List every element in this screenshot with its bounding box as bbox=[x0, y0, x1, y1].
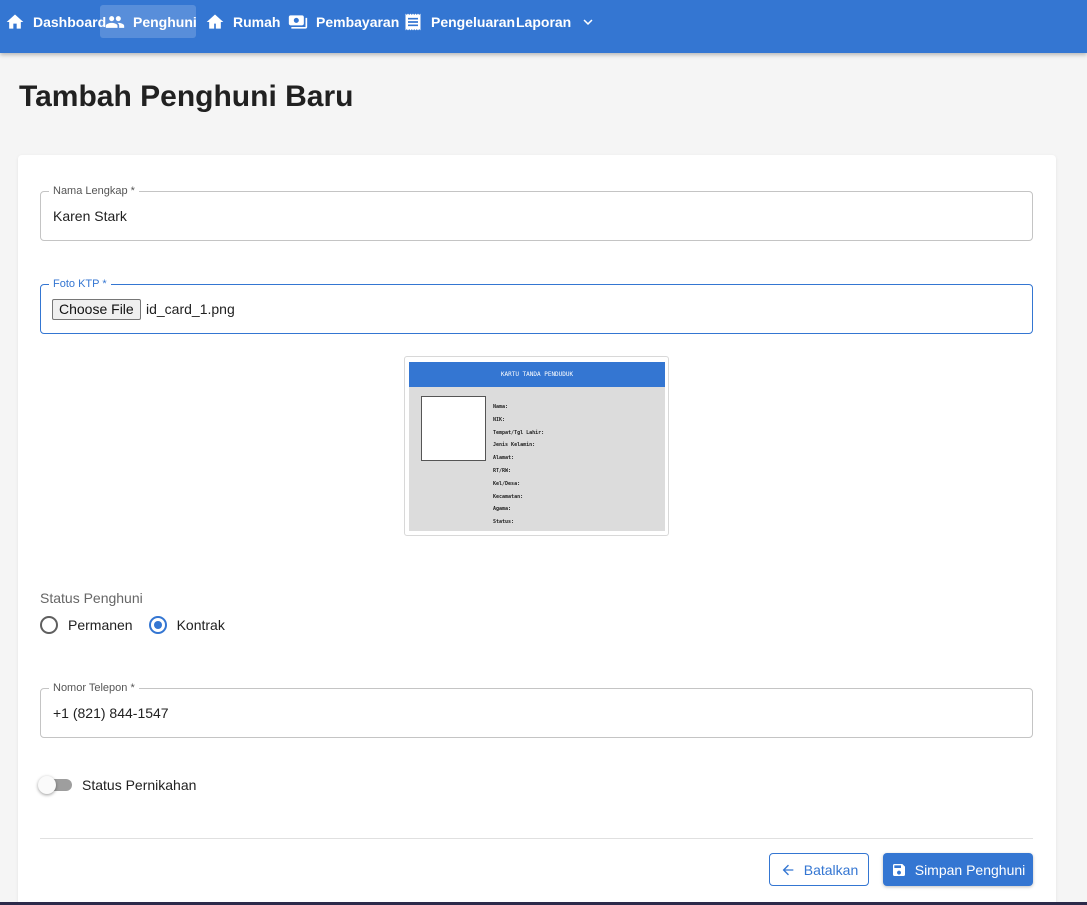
ktp-field-labels: Nama: NIK: Tempat/Tgl Lahir: Jenis Kelam… bbox=[493, 404, 544, 532]
ktp-label: Nama: bbox=[493, 404, 509, 410]
ktp-card-header: KARTU TANDA PENDUDUK bbox=[409, 362, 665, 387]
ktp-file-label: Foto KTP * bbox=[49, 277, 111, 291]
name-field-label: Nama Lengkap * bbox=[49, 184, 139, 198]
ktp-label: Tempat/Tgl Lahir: bbox=[493, 429, 545, 436]
nav-penghuni[interactable]: Penghuni bbox=[100, 5, 197, 38]
cancel-button-label: Batalkan bbox=[803, 861, 859, 878]
radio-permanen[interactable] bbox=[40, 616, 58, 634]
phone-field[interactable]: Nomor Telepon * +1 (821) 844-1547 bbox=[40, 681, 1033, 738]
ktp-label: NIK: bbox=[493, 416, 506, 423]
ktp-label: Alamat: bbox=[493, 455, 515, 462]
ktp-label: RT/RW: bbox=[493, 467, 512, 474]
house-icon bbox=[206, 14, 224, 29]
status-penghuni-label: Status Penghuni bbox=[40, 590, 143, 606]
radio-kontrak[interactable] bbox=[148, 616, 167, 634]
top-navbar: Dashboard Penghuni Rumah Pembayaran Peng… bbox=[0, 0, 1087, 53]
status-radio-group: Permanen Kontrak bbox=[40, 616, 241, 634]
form-divider bbox=[40, 838, 1033, 839]
phone-field-label: Nomor Telepon * bbox=[49, 681, 139, 695]
home-icon bbox=[6, 14, 24, 29]
chevron-down-icon bbox=[583, 18, 593, 25]
ktp-card: KARTU TANDA PENDUDUK Nama: NIK: Tempat/T… bbox=[409, 362, 665, 531]
name-field[interactable]: Nama Lengkap * Karen Stark bbox=[40, 184, 1033, 241]
receipt-icon bbox=[405, 13, 421, 30]
ktp-photo-placeholder bbox=[421, 396, 486, 461]
save-button[interactable]: Simpan Penghuni bbox=[883, 853, 1033, 886]
nav-laporan-label: Laporan bbox=[516, 13, 572, 30]
ktp-label: Status: bbox=[493, 519, 515, 526]
nav-rumah-label: Rumah bbox=[233, 13, 281, 30]
people-icon bbox=[105, 15, 125, 28]
phone-field-value[interactable]: +1 (821) 844-1547 bbox=[53, 705, 169, 721]
radio-kontrak-label[interactable]: Kontrak bbox=[177, 617, 225, 633]
ktp-label: Jenis Kelamin: bbox=[493, 442, 536, 449]
cancel-button[interactable]: Batalkan bbox=[769, 853, 869, 886]
ktp-file-name: id_card_1.png bbox=[146, 301, 235, 317]
nav-dashboard[interactable]: Dashboard bbox=[0, 5, 111, 38]
ktp-label: Kecamatan: bbox=[493, 493, 524, 500]
ktp-label: Agama: bbox=[493, 506, 512, 513]
page-title: Tambah Penghuni Baru bbox=[19, 80, 354, 113]
ktp-label: Kel/Desa: bbox=[493, 480, 521, 487]
nav-rumah[interactable]: Rumah bbox=[200, 5, 285, 38]
arrow-left-icon bbox=[782, 864, 794, 875]
marriage-status-label[interactable]: Status Pernikahan bbox=[82, 777, 196, 793]
name-field-value[interactable]: Karen Stark bbox=[53, 208, 127, 224]
nav-pengeluaran[interactable]: Pengeluaran bbox=[398, 5, 520, 38]
payment-icon bbox=[288, 14, 308, 29]
save-icon bbox=[892, 863, 905, 876]
ktp-preview-image: KARTU TANDA PENDUDUK Nama: NIK: Tempat/T… bbox=[404, 356, 669, 536]
marriage-status-toggle[interactable] bbox=[38, 776, 72, 794]
nav-laporan[interactable]: Laporan bbox=[511, 5, 602, 38]
ktp-file-field[interactable]: Foto KTP * Choose File id_card_1.png bbox=[40, 277, 1033, 334]
nav-dashboard-label: Dashboard bbox=[33, 13, 107, 30]
nav-pengeluaran-label: Pengeluaran bbox=[431, 13, 516, 30]
radio-permanen-label[interactable]: Permanen bbox=[68, 617, 133, 633]
nav-penghuni-label: Penghuni bbox=[133, 13, 197, 30]
toggle-thumb bbox=[38, 776, 56, 794]
nav-pembayaran-label: Pembayaran bbox=[316, 13, 400, 30]
save-button-label: Simpan Penghuni bbox=[914, 861, 1026, 878]
choose-file-button[interactable]: Choose File bbox=[52, 299, 141, 320]
nav-pembayaran[interactable]: Pembayaran bbox=[283, 5, 404, 38]
